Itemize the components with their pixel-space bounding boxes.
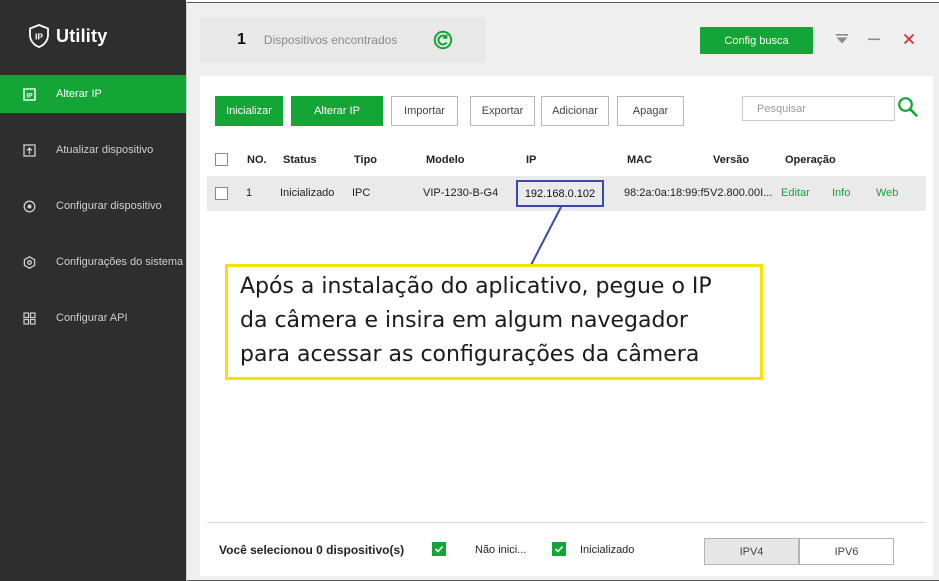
ipv4-button[interactable]: IPV4 xyxy=(704,538,799,565)
sidebar-item-label: Configurar dispositivo xyxy=(56,200,162,212)
sidebar-item-label: Configurações do sistema xyxy=(56,256,184,268)
cell-mac: 98:2a:0a:18:99:f5 xyxy=(624,187,710,199)
select-all-checkbox[interactable] xyxy=(215,153,228,166)
cell-versao: V2.800.00I... xyxy=(710,187,773,199)
cell-modelo: VIP-1230-B-G4 xyxy=(423,187,499,199)
app-logo: IP Utility xyxy=(28,24,107,48)
export-button[interactable]: Exportar xyxy=(470,96,535,126)
refresh-icon[interactable] xyxy=(433,30,453,50)
ipv6-button[interactable]: IPV6 xyxy=(799,538,894,565)
uninitialized-filter-checkbox[interactable] xyxy=(432,542,446,556)
search-icon[interactable] xyxy=(897,96,919,118)
minimize-icon[interactable] xyxy=(865,30,883,48)
sidebar-item-configurar-dispositivo[interactable]: Configurar dispositivo xyxy=(0,187,186,225)
svg-text:IP: IP xyxy=(35,32,43,42)
upload-icon xyxy=(22,143,36,157)
col-mac: MAC xyxy=(627,154,653,166)
annotation-callout: Após a instalação do aplicativo, pegue o… xyxy=(225,264,763,380)
found-count: 1 xyxy=(237,31,246,48)
info-link[interactable]: Info xyxy=(832,187,850,199)
settings-hex-icon xyxy=(22,255,36,269)
add-button[interactable]: Adicionar xyxy=(541,96,609,126)
footer-bar: Você selecionou 0 dispositivo(s) Não ini… xyxy=(207,522,926,576)
sidebar: IP Utility IP Alterar IP Atualizar dispo… xyxy=(0,0,186,581)
delete-button[interactable]: Apagar xyxy=(617,96,684,126)
cell-tipo: IPC xyxy=(352,187,371,199)
sidebar-item-atualizar[interactable]: Atualizar dispositivo xyxy=(0,131,186,169)
cell-status: Inicializado xyxy=(280,187,335,199)
uninitialized-filter-label: Não inici... xyxy=(475,544,527,556)
callout-line-2: da câmera e insira em algum navegador xyxy=(240,308,688,333)
dropdown-menu-icon[interactable] xyxy=(833,30,851,48)
initialized-filter-label: Inicializado xyxy=(580,544,635,556)
edit-link[interactable]: Editar xyxy=(781,187,810,199)
col-no: NO. xyxy=(247,154,267,166)
callout-line-3: para acessar as configurações da câmera xyxy=(240,342,700,367)
ip-icon: IP xyxy=(22,87,36,101)
check-icon xyxy=(554,545,564,553)
sidebar-item-label: Alterar IP xyxy=(56,88,102,100)
search-input[interactable]: Pesquisar xyxy=(742,96,895,121)
web-link[interactable]: Web xyxy=(876,187,898,199)
change-ip-button[interactable]: Alterar IP xyxy=(291,96,383,126)
table-header: NO. Status Tipo Modelo IP MAC Versão Ope… xyxy=(207,146,926,174)
sidebar-item-alterar-ip[interactable]: IP Alterar IP xyxy=(0,75,186,113)
sidebar-item-label: Atualizar dispositivo xyxy=(56,144,154,156)
cell-ip-highlighted: 192.168.0.102 xyxy=(516,180,604,207)
selected-count-text: Você selecionou 0 dispositivo(s) xyxy=(219,543,405,557)
sidebar-item-configuracoes-sistema[interactable]: Configurações do sistema xyxy=(0,243,186,281)
col-ip: IP xyxy=(526,154,537,166)
found-label: Dispositivos encontrados xyxy=(263,33,398,47)
sidebar-item-configurar-api[interactable]: Configurar API xyxy=(0,299,186,337)
table-row[interactable]: 1 Inicializado IPC VIP-1230-B-G4 192.168… xyxy=(207,176,926,211)
col-versao: Versão xyxy=(713,154,750,166)
row-checkbox[interactable] xyxy=(215,187,228,200)
sidebar-item-label: Configurar API xyxy=(56,312,128,324)
shield-ip-icon: IP xyxy=(29,24,49,48)
app-name: Utility xyxy=(56,25,108,46)
col-operacao: Operação xyxy=(785,154,836,166)
initialize-button[interactable]: Inicializar xyxy=(215,96,283,126)
config-search-button[interactable]: Config busca xyxy=(700,27,813,54)
svg-text:IP: IP xyxy=(26,92,33,99)
cell-no: 1 xyxy=(246,187,253,199)
col-modelo: Modelo xyxy=(426,154,465,166)
devices-found-box: 1 Dispositivos encontrados xyxy=(200,18,486,62)
col-tipo: Tipo xyxy=(354,154,378,166)
grid-icon xyxy=(22,311,36,325)
close-icon[interactable] xyxy=(900,30,918,48)
check-icon xyxy=(434,545,444,553)
target-icon xyxy=(22,199,36,213)
import-button[interactable]: Importar xyxy=(391,96,458,126)
callout-line-1: Após a instalação do aplicativo, pegue o… xyxy=(240,274,712,299)
col-status: Status xyxy=(283,154,317,166)
initialized-filter-checkbox[interactable] xyxy=(552,542,566,556)
